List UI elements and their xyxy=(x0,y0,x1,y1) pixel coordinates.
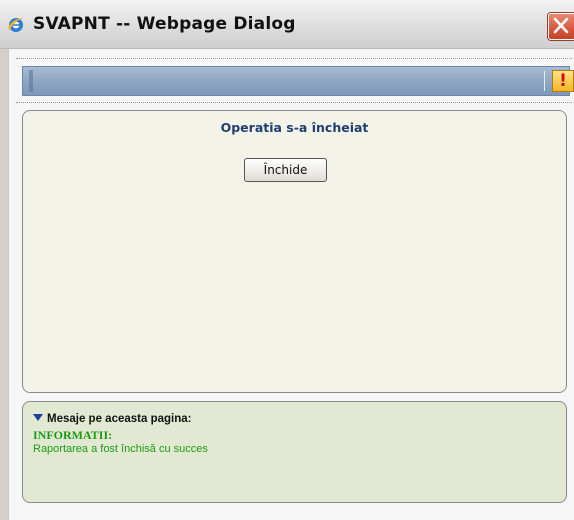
warning-button[interactable]: ! xyxy=(552,70,574,92)
messages-header-label: Mesaje pe aceasta pagina: xyxy=(47,413,192,425)
main-panel: Operatia s-a încheiat Închide xyxy=(22,110,567,393)
message-text: Raportarea a fost închisă cu succes xyxy=(33,443,208,455)
internet-explorer-icon xyxy=(8,18,24,32)
messages-header[interactable]: Mesaje pe aceasta pagina: xyxy=(33,413,191,425)
toolbar-separator xyxy=(544,71,545,91)
message-category: INFORMATII: xyxy=(33,428,113,442)
collapse-triangle-icon[interactable] xyxy=(33,414,43,421)
window-close-button[interactable] xyxy=(548,13,574,40)
divider xyxy=(16,58,572,59)
window-title: SVAPNT -- Webpage Dialog xyxy=(33,14,296,34)
operation-status-title: Operatia s-a încheiat xyxy=(220,120,369,135)
toolbar: ! xyxy=(22,66,574,96)
messages-panel: Mesaje pe aceasta pagina: INFORMATII: Ra… xyxy=(22,401,567,503)
window-title-bar[interactable]: SVAPNT -- Webpage Dialog xyxy=(0,0,574,49)
exclamation-warning-icon: ! xyxy=(559,71,567,91)
close-dialog-button[interactable]: Închide xyxy=(244,158,327,182)
divider xyxy=(16,102,572,103)
toolbar-grip xyxy=(29,70,33,92)
close-x-icon xyxy=(553,17,569,34)
